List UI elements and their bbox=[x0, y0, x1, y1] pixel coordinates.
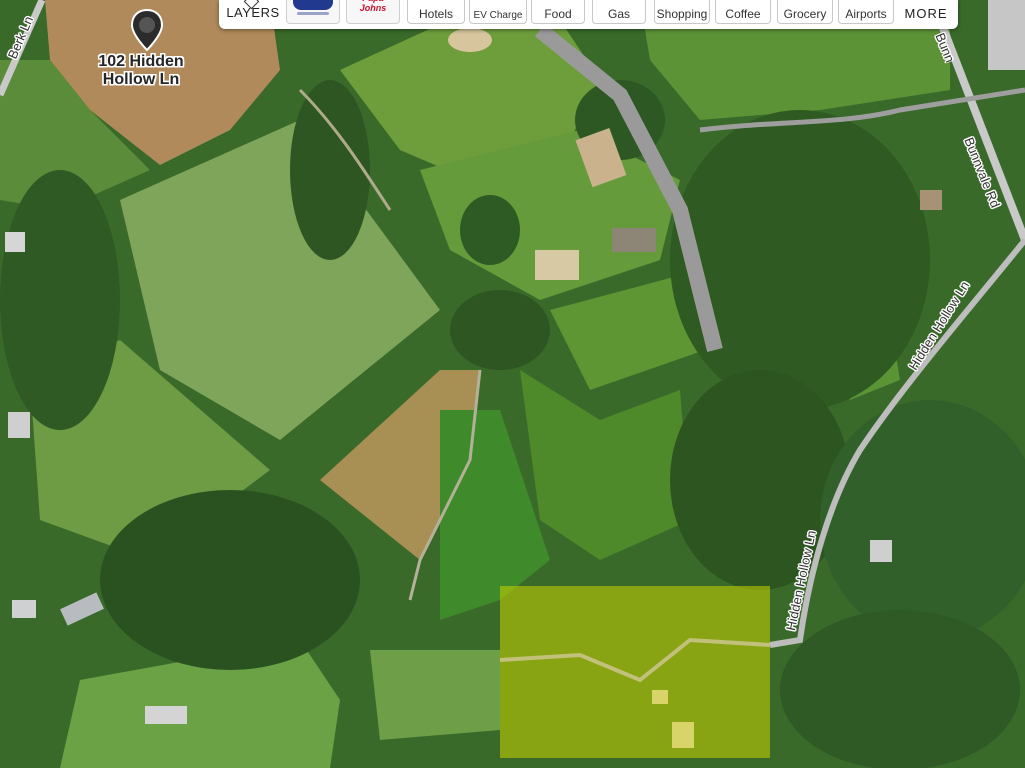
poi-button-ev-charge[interactable]: EV Charge bbox=[469, 0, 527, 24]
parcel-building bbox=[672, 722, 694, 748]
building bbox=[5, 232, 25, 252]
satellite-map[interactable] bbox=[0, 0, 1025, 768]
poi-label: Food bbox=[544, 7, 572, 21]
address-line-1: 102 Hidden bbox=[98, 53, 184, 70]
parcel-building bbox=[652, 690, 668, 704]
location-pin-icon[interactable] bbox=[130, 9, 164, 51]
building bbox=[535, 250, 579, 280]
brand-button-papa-johns[interactable]: Papa Johns bbox=[346, 0, 400, 24]
building bbox=[145, 706, 187, 724]
highlighted-parcel[interactable] bbox=[500, 586, 770, 758]
poi-label: Hotels bbox=[418, 7, 453, 21]
trees bbox=[450, 290, 550, 370]
layers-button[interactable]: LAYERS bbox=[223, 0, 283, 29]
building bbox=[612, 228, 656, 252]
ball-field bbox=[448, 28, 492, 52]
poi-button-airports[interactable]: Airports bbox=[838, 0, 894, 24]
trees bbox=[670, 370, 850, 590]
poi-button-shopping[interactable]: Shopping bbox=[654, 0, 710, 24]
trees bbox=[460, 195, 520, 265]
brand-logo-icon bbox=[293, 0, 333, 10]
address-label: 102 Hidden Hollow Ln bbox=[74, 53, 208, 89]
more-label: MORE bbox=[904, 6, 948, 21]
poi-label: Gas bbox=[607, 7, 630, 21]
trees bbox=[780, 610, 1020, 768]
poi-label: Shopping bbox=[656, 7, 708, 21]
poi-button-grocery[interactable]: Grocery bbox=[777, 0, 833, 24]
brand-logo-text: Papa Johns bbox=[359, 0, 387, 13]
poi-label: Airports bbox=[845, 7, 887, 21]
trees bbox=[670, 110, 930, 410]
trees bbox=[0, 170, 120, 430]
poi-button-food[interactable]: Food bbox=[531, 0, 585, 24]
field-bottom-mid bbox=[370, 650, 500, 740]
poi-button-hotels[interactable]: Hotels bbox=[407, 0, 465, 24]
brand-button-allstate[interactable] bbox=[286, 0, 340, 24]
more-button[interactable]: MORE bbox=[901, 0, 951, 29]
address-line-2: Hollow Ln bbox=[102, 71, 180, 88]
poi-button-gas[interactable]: Gas bbox=[592, 0, 646, 24]
poi-label: EV Charge bbox=[473, 10, 523, 21]
building bbox=[8, 412, 30, 438]
building bbox=[988, 0, 1025, 70]
poi-label: Coffee bbox=[725, 7, 761, 21]
building bbox=[12, 600, 36, 618]
building bbox=[920, 190, 942, 210]
building bbox=[870, 540, 892, 562]
poi-button-coffee[interactable]: Coffee bbox=[715, 0, 771, 24]
trees bbox=[100, 490, 360, 670]
trees bbox=[290, 80, 370, 260]
poi-toolbar: LAYERS Papa Johns Hotels EV Charge Food … bbox=[219, 0, 958, 29]
poi-label: Grocery bbox=[783, 7, 827, 21]
brand-logo-subtext-icon bbox=[297, 12, 329, 15]
layers-label: LAYERS bbox=[226, 5, 280, 20]
